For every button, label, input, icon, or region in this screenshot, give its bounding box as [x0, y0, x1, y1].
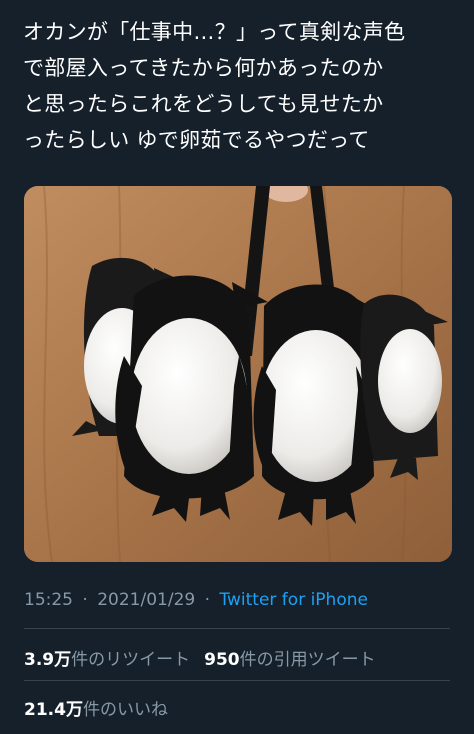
quotes-label: 件の引用ツイート — [239, 650, 376, 670]
tweet-text-line: で部屋入ってきたから何かあったのか — [23, 56, 384, 80]
quotes-link[interactable]: 950件の引用ツイート — [204, 650, 376, 670]
divider — [24, 628, 450, 629]
meta-separator: · — [82, 590, 88, 610]
retweets-link[interactable]: 3.9万件のリツイート — [24, 650, 190, 670]
tweet-date[interactable]: 2021/01/29 — [97, 590, 195, 610]
tweet-photo[interactable] — [24, 186, 452, 562]
tweet-source-link[interactable]: Twitter for iPhone — [219, 590, 368, 610]
meta-separator: · — [204, 590, 211, 610]
likes-stats-row: 21.4万件のいいね — [24, 695, 168, 720]
tweet-text: オカンが「仕事中…？」って真剣な声色 で部屋入ってきたから何かあったのか と思っ… — [23, 14, 455, 158]
tweet-text-line: と思ったらこれをどうしても見せたか — [23, 92, 384, 116]
quotes-count: 950 — [204, 650, 240, 670]
likes-label: 件のいいね — [82, 700, 168, 720]
tweet-meta: 15:25 · 2021/01/29 · Twitter for iPhone — [24, 590, 368, 610]
tweet-text-line: ったらしい ゆで卵茹でるやつだって — [23, 128, 370, 152]
penguin-egg-holder-image — [24, 186, 452, 562]
tweet-text-line: オカンが「仕事中…？」って真剣な声色 — [23, 20, 406, 44]
likes-link[interactable]: 21.4万件のいいね — [24, 700, 168, 720]
retweet-stats-row: 3.9万件のリツイート 950件の引用ツイート — [24, 645, 376, 670]
tweet-time[interactable]: 15:25 — [24, 590, 73, 610]
retweets-count: 3.9万 — [24, 650, 72, 670]
likes-count: 21.4万 — [24, 700, 83, 720]
retweets-label: 件のリツイート — [71, 650, 191, 670]
divider — [24, 680, 450, 681]
